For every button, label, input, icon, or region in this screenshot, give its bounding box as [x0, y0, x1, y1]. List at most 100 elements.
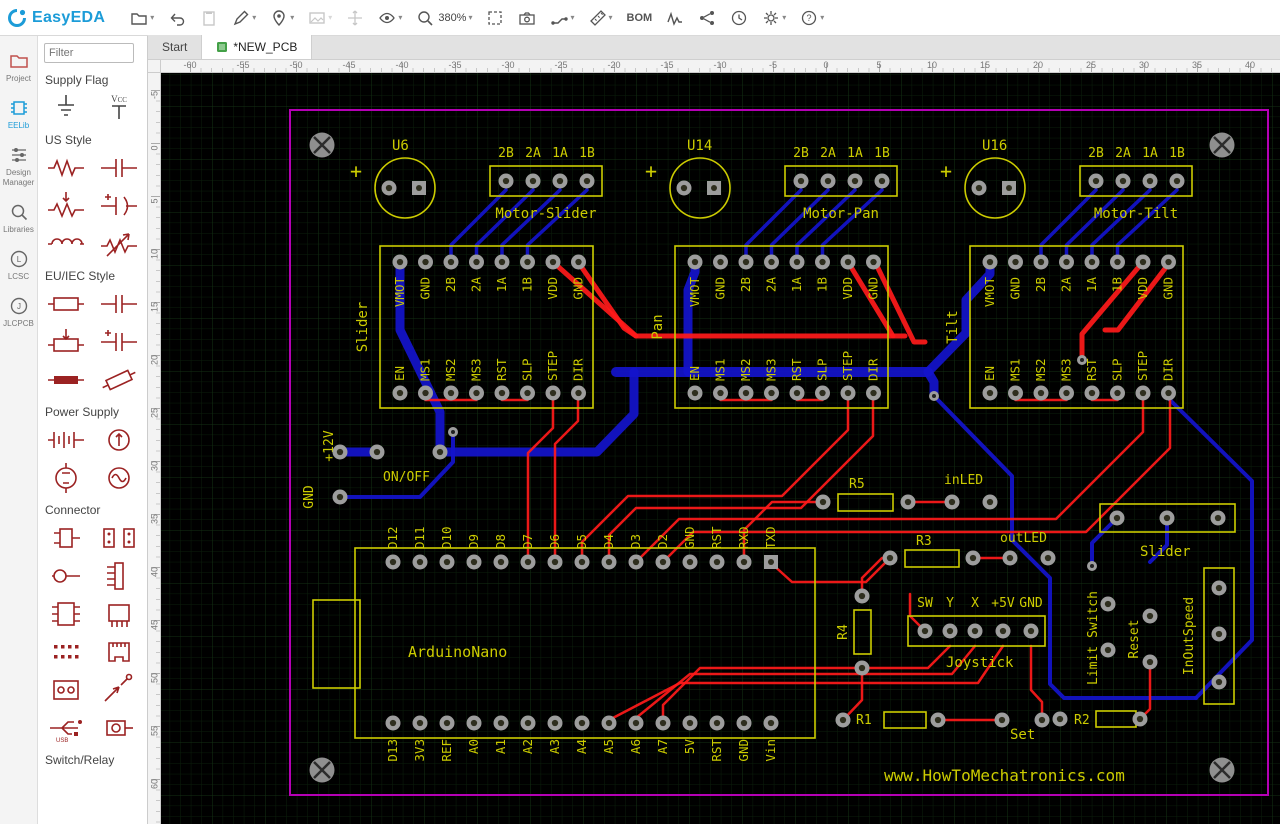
- measure-button[interactable]: ▾: [584, 5, 618, 31]
- symbol-battery[interactable]: [43, 423, 89, 457]
- easyeda-logo[interactable]: EasyEDA: [6, 7, 105, 29]
- align-tool-button: [341, 5, 369, 31]
- sidebar-item-lcsc[interactable]: L LCSC: [0, 242, 38, 289]
- tab-new-pcb[interactable]: *NEW_PCB: [202, 35, 313, 59]
- svg-text:Limit Switch: Limit Switch: [1086, 591, 1101, 685]
- zoom-control[interactable]: 380% ▾: [411, 5, 477, 31]
- sidebar-item-design-manager[interactable]: Design Manager: [0, 138, 38, 194]
- share-button[interactable]: [693, 5, 721, 31]
- ruler-number: 0: [149, 145, 160, 151]
- symbol-source-current[interactable]: [96, 423, 142, 457]
- layer-visibility-button[interactable]: ▾: [373, 5, 407, 31]
- simulation-button[interactable]: [661, 5, 689, 31]
- pcb-canvas[interactable]: .sk{fill:none;stroke:#CCCC00;stroke-widt…: [161, 73, 1280, 824]
- symbol-resistor-us[interactable]: [43, 151, 89, 185]
- library-list: Supply Flag VCC US Style EU/IEC Style Power …: [38, 67, 147, 769]
- bom-button[interactable]: BOM: [622, 5, 658, 31]
- tab-start-label: Start: [162, 40, 188, 54]
- sidebar-item-label: LCSC: [7, 271, 30, 281]
- symbol-ground[interactable]: [43, 91, 89, 125]
- origin-button[interactable]: ▾: [265, 5, 299, 31]
- snapshot-button[interactable]: [513, 5, 541, 31]
- svg-text:REF: REF: [439, 739, 454, 762]
- svg-text:STEP: STEP: [545, 351, 560, 381]
- symbol-capacitor-polarized-2[interactable]: [96, 325, 142, 359]
- symbol-capacitor-2[interactable]: [96, 287, 142, 321]
- svg-text:2B: 2B: [1033, 277, 1048, 292]
- symbol-conn-terminal[interactable]: [43, 673, 89, 707]
- libraries-icon: [11, 204, 27, 220]
- ruler-number: 5: [149, 198, 160, 204]
- symbol-conn-rj45[interactable]: [96, 635, 142, 669]
- svg-text:D13: D13: [385, 739, 400, 762]
- symbol-conn-header[interactable]: [96, 559, 142, 593]
- symbol-conn-ic-2[interactable]: [96, 597, 142, 631]
- symbol-resistor-trimmer[interactable]: [96, 363, 142, 397]
- draw-tool-button[interactable]: ▾: [227, 5, 261, 31]
- route-button[interactable]: ▾: [545, 5, 579, 31]
- file-button[interactable]: ▾: [125, 5, 159, 31]
- symbol-conn-pin-grid[interactable]: [43, 635, 89, 669]
- svg-text:MS1: MS1: [418, 358, 433, 381]
- chevron-down-icon: ▾: [252, 12, 257, 22]
- symbol-potentiometer-us[interactable]: [43, 189, 89, 223]
- svg-text:SW: SW: [917, 596, 933, 611]
- svg-text:1B: 1B: [1169, 146, 1185, 161]
- svg-text:R5: R5: [849, 477, 865, 492]
- symbol-conn-header-pair[interactable]: [96, 521, 142, 555]
- ruler-number: 45: [149, 620, 160, 631]
- svg-text:STEP: STEP: [1135, 351, 1150, 381]
- symbol-source-ac[interactable]: [96, 461, 142, 495]
- svg-text:SLP: SLP: [520, 358, 535, 381]
- tab-start[interactable]: Start: [148, 35, 203, 59]
- symbol-resistor-variable[interactable]: [96, 227, 142, 261]
- library-section-connector: Connector: [45, 503, 101, 517]
- library-section-supply-flag: Supply Flag: [45, 73, 109, 87]
- symbol-conn-plug[interactable]: [43, 521, 89, 555]
- svg-text:MS3: MS3: [764, 358, 779, 381]
- chevron-down-icon: ▾: [608, 12, 613, 22]
- symbol-resistor-filled[interactable]: [43, 363, 89, 397]
- undo-button[interactable]: [163, 5, 191, 31]
- ruler-number: -35: [448, 60, 462, 70]
- help-button[interactable]: ? ▾: [795, 5, 829, 31]
- svg-text:Y: Y: [946, 596, 954, 611]
- sidebar-item-project[interactable]: Project: [0, 44, 38, 91]
- svg-text:X: X: [971, 596, 979, 611]
- ruler-number: -10: [713, 60, 727, 70]
- symbol-conn-probe[interactable]: [96, 673, 142, 707]
- filter-input[interactable]: [44, 43, 134, 63]
- symbol-resistor-eu[interactable]: [43, 287, 89, 321]
- symbol-source-voltage[interactable]: [43, 461, 89, 495]
- design-manager-icon: [11, 148, 26, 163]
- symbol-inductor[interactable]: [43, 227, 89, 261]
- library-row: [38, 633, 147, 671]
- sidebar-item-eelib[interactable]: EELib: [0, 91, 38, 138]
- svg-text:3V3: 3V3: [412, 739, 427, 762]
- ruler-number: 20: [1032, 60, 1044, 70]
- window-frame-button[interactable]: [481, 5, 509, 31]
- symbol-conn-usb[interactable]: USB: [43, 711, 89, 745]
- ruler-number: -20: [607, 60, 621, 70]
- symbol-conn-ic[interactable]: [43, 597, 89, 631]
- horizontal-ruler: -60 -55 -50 -45 -40 -35 -30 -25 -20 -15 -10 -5 0 5 10 1…: [148, 60, 1280, 73]
- settings-button[interactable]: ▾: [757, 5, 791, 31]
- svg-text:D8: D8: [493, 534, 508, 549]
- ruler-number: 35: [149, 514, 160, 525]
- svg-text:U14: U14: [687, 138, 712, 154]
- symbol-capacitor-polarized[interactable]: [96, 189, 142, 223]
- symbol-vcc[interactable]: VCC: [96, 91, 142, 125]
- symbol-conn-socket[interactable]: [43, 559, 89, 593]
- symbol-capacitor[interactable]: [96, 151, 142, 185]
- waveform-icon: [667, 11, 683, 26]
- symbol-potentiometer-eu[interactable]: [43, 325, 89, 359]
- history-button[interactable]: [725, 5, 753, 31]
- svg-text:A0: A0: [466, 739, 481, 754]
- library-row: [38, 149, 147, 187]
- sidebar-item-jlcpcb[interactable]: J JLCPCB: [0, 289, 38, 336]
- svg-text:STEP: STEP: [840, 351, 855, 381]
- svg-text:MS1: MS1: [713, 358, 728, 381]
- symbol-conn-audio[interactable]: [96, 711, 142, 745]
- ruler-number: -25: [554, 60, 568, 70]
- sidebar-item-libraries[interactable]: Libraries: [0, 195, 38, 242]
